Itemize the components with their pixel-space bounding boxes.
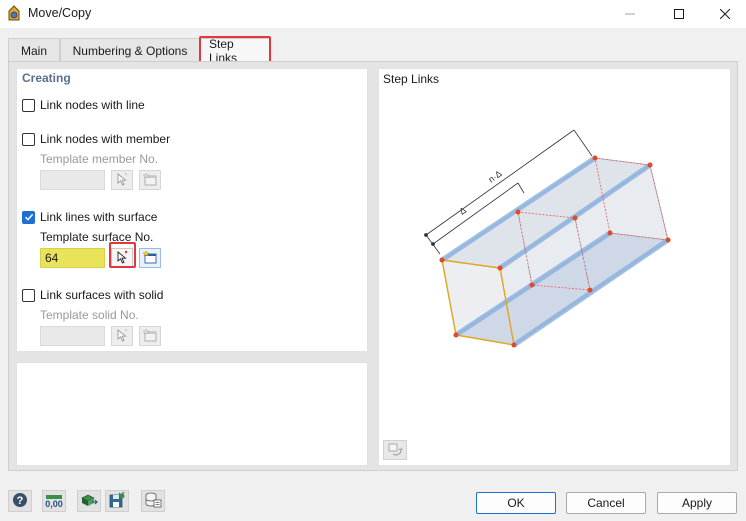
new-item-icon bbox=[142, 327, 158, 345]
link-surfaces-solid-row[interactable]: Link surfaces with solid bbox=[22, 287, 163, 303]
window-title: Move/Copy bbox=[28, 6, 92, 20]
model-view-button[interactable] bbox=[77, 490, 101, 512]
link-nodes-member-checkbox[interactable] bbox=[22, 132, 35, 146]
info-panel bbox=[16, 362, 368, 466]
link-nodes-member-label: Link nodes with member bbox=[40, 132, 171, 146]
units-icon: 0,00 bbox=[45, 494, 63, 509]
model-view-icon bbox=[80, 492, 99, 511]
new-item-icon bbox=[142, 249, 158, 267]
apply-button[interactable]: Apply bbox=[657, 492, 737, 514]
preview-title: Step Links bbox=[383, 72, 440, 86]
link-lines-surface-checkbox[interactable] bbox=[22, 210, 35, 224]
units-label: 0,00 bbox=[45, 498, 63, 509]
pick-icon bbox=[115, 172, 129, 189]
app-icon bbox=[6, 5, 22, 22]
library-button[interactable] bbox=[141, 490, 165, 512]
ok-button[interactable]: OK bbox=[476, 492, 556, 514]
units-button[interactable]: 0,00 bbox=[42, 490, 66, 512]
minimize-button[interactable] bbox=[607, 0, 653, 28]
link-nodes-member-row[interactable]: Link nodes with member bbox=[22, 131, 170, 147]
library-icon bbox=[144, 492, 162, 511]
save-button[interactable] bbox=[105, 490, 129, 512]
new-item-icon bbox=[142, 171, 158, 189]
pick-icon bbox=[115, 250, 129, 267]
new-surface-button[interactable] bbox=[139, 248, 161, 268]
close-button[interactable] bbox=[702, 0, 746, 28]
link-nodes-line-checkbox[interactable] bbox=[22, 98, 35, 112]
section-title-creating: Creating bbox=[22, 71, 71, 85]
new-solid-button[interactable] bbox=[139, 326, 161, 346]
help-icon: ? bbox=[12, 492, 28, 511]
template-member-label: Template member No. bbox=[40, 152, 159, 166]
help-button[interactable]: ? bbox=[8, 490, 32, 512]
template-member-field[interactable] bbox=[40, 170, 105, 190]
maximize-button[interactable] bbox=[656, 0, 702, 28]
pick-solid-button[interactable] bbox=[111, 326, 133, 346]
tab-main[interactable]: Main bbox=[8, 38, 60, 62]
template-solid-field[interactable] bbox=[40, 326, 105, 346]
link-surfaces-solid-label: Link surfaces with solid bbox=[40, 288, 164, 302]
link-lines-surface-label: Link lines with surface bbox=[40, 210, 158, 224]
link-surfaces-solid-checkbox[interactable] bbox=[22, 288, 35, 302]
template-surface-label: Template surface No. bbox=[40, 230, 154, 244]
pick-member-button[interactable] bbox=[111, 170, 133, 190]
rotate-view-button[interactable] bbox=[383, 440, 407, 460]
tab-numbering-options[interactable]: Numbering & Options bbox=[60, 38, 200, 62]
pick-icon bbox=[115, 328, 129, 345]
step-links-preview-graphic: n·Δ Δ bbox=[424, 129, 671, 348]
template-solid-label: Template solid No. bbox=[40, 308, 139, 322]
pick-surface-button[interactable] bbox=[111, 248, 133, 268]
link-lines-surface-row[interactable]: Link lines with surface bbox=[22, 209, 157, 225]
save-icon bbox=[108, 490, 126, 511]
link-nodes-line-label: Link nodes with line bbox=[40, 98, 145, 112]
tab-step-links[interactable]: Step Links bbox=[200, 37, 270, 65]
title-bar: Move/Copy bbox=[0, 0, 746, 28]
new-member-button[interactable] bbox=[139, 170, 161, 190]
svg-text:?: ? bbox=[17, 495, 24, 507]
template-surface-field[interactable]: 64 bbox=[40, 248, 105, 268]
rotate-view-icon bbox=[387, 442, 403, 459]
cancel-button[interactable]: Cancel bbox=[566, 492, 646, 514]
link-nodes-line-row[interactable]: Link nodes with line bbox=[22, 97, 145, 113]
